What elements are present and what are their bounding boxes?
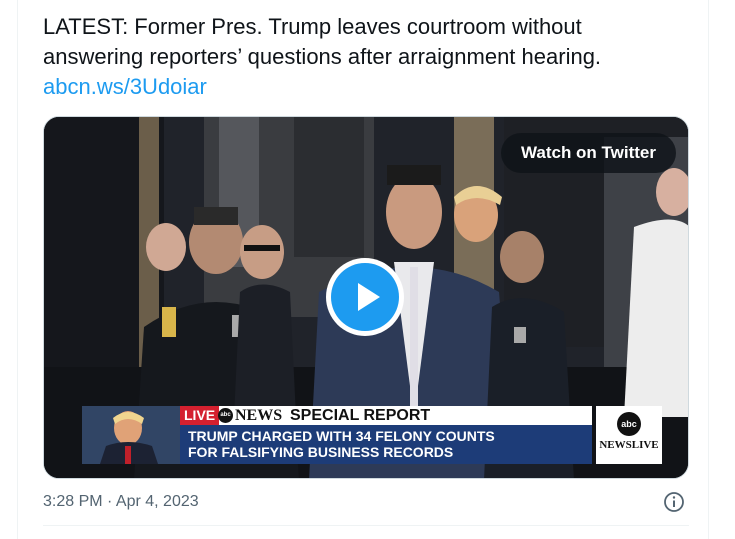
lower-third-headline-bar: TRUMP CHARGED WITH 34 FELONY COUNTS FOR … bbox=[180, 425, 592, 464]
headline-line-1: TRUMP CHARGED WITH 34 FELONY COUNTS bbox=[188, 428, 495, 444]
card-border-left bbox=[17, 0, 18, 539]
tweet-link[interactable]: abcn.ws/3Udoiar bbox=[43, 74, 207, 99]
card-border-right bbox=[708, 0, 709, 539]
abc-logo-icon: abc bbox=[218, 408, 233, 423]
headline-line-2: FOR FALSIFYING BUSINESS RECORDS bbox=[188, 444, 454, 460]
play-button[interactable] bbox=[326, 258, 404, 336]
play-icon bbox=[331, 263, 399, 331]
news-lower-third: LIVE abc NEWS SPECIAL REPORT TRUMP CHARG… bbox=[82, 406, 688, 464]
watch-on-twitter-button[interactable]: Watch on Twitter bbox=[500, 133, 676, 173]
info-icon[interactable] bbox=[663, 491, 685, 513]
headline: TRUMP CHARGED WITH 34 FELONY COUNTS FOR … bbox=[188, 428, 495, 460]
tweet-text-line-1: LATEST: Former Pres. Trump leaves courtr… bbox=[43, 14, 582, 39]
tweet-timestamp[interactable]: 3:28 PM · Apr 4, 2023 bbox=[43, 491, 199, 513]
special-report-label: SPECIAL REPORT bbox=[290, 407, 431, 424]
abc-news-live-logo: abc NEWSLIVE bbox=[596, 406, 662, 464]
live-badge: LIVE bbox=[180, 406, 220, 425]
tweet-text-line-2: answering reporters’ questions after arr… bbox=[43, 44, 602, 69]
lower-third-thumbnail bbox=[82, 406, 180, 464]
lower-third-top-bar: LIVE abc NEWS SPECIAL REPORT bbox=[180, 406, 592, 425]
tweet-text: LATEST: Former Pres. Trump leaves courtr… bbox=[43, 12, 693, 102]
abc-logo-icon: abc bbox=[617, 412, 641, 436]
divider bbox=[43, 525, 689, 526]
news-live-label: NEWSLIVE bbox=[599, 439, 659, 451]
network-name: NEWS bbox=[235, 407, 283, 424]
video-player[interactable]: Watch on Twitter LIVE abc NEWS SPECIAL R… bbox=[43, 116, 689, 479]
